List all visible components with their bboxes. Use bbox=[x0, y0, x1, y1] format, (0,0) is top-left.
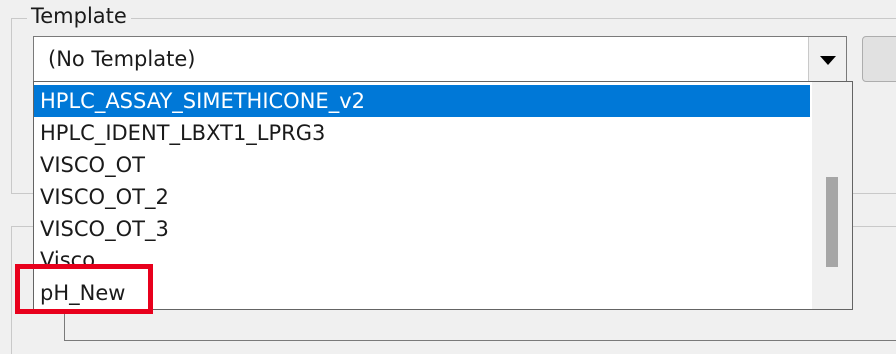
dropdown-item-highlighted[interactable]: pH_New bbox=[40, 280, 125, 306]
dropdown-item[interactable]: HPLC_IDENT_LBXT1_LPRG3 bbox=[34, 117, 810, 149]
dropdown-item[interactable]: VISCO_OT_2 bbox=[34, 181, 810, 213]
template-dropdown-list[interactable]: HPLC_ASSAY_SIMETHICONE_v2 HPLC_IDENT_LBX… bbox=[33, 81, 853, 310]
template-group-title: Template bbox=[27, 2, 131, 30]
template-combobox-value: (No Template) bbox=[48, 47, 196, 71]
template-combobox[interactable]: (No Template) bbox=[33, 36, 847, 82]
dropdown-item[interactable]: VISCO_OT bbox=[34, 149, 810, 181]
dropdown-toggle-button[interactable] bbox=[808, 37, 846, 81]
template-panel: Template (No Template) HPLC_ASSAY_SIMETH… bbox=[0, 0, 896, 354]
template-action-button[interactable] bbox=[862, 36, 896, 82]
dropdown-scrollbar[interactable] bbox=[812, 82, 852, 309]
dropdown-item[interactable]: VISCO_OT_3 bbox=[34, 213, 810, 245]
chevron-down-icon bbox=[819, 56, 836, 65]
dropdown-item[interactable]: Visco bbox=[34, 245, 810, 265]
scrollbar-thumb[interactable] bbox=[826, 177, 838, 267]
dropdown-items: HPLC_ASSAY_SIMETHICONE_v2 HPLC_IDENT_LBX… bbox=[34, 85, 810, 265]
dropdown-item[interactable]: HPLC_ASSAY_SIMETHICONE_v2 bbox=[34, 85, 810, 117]
